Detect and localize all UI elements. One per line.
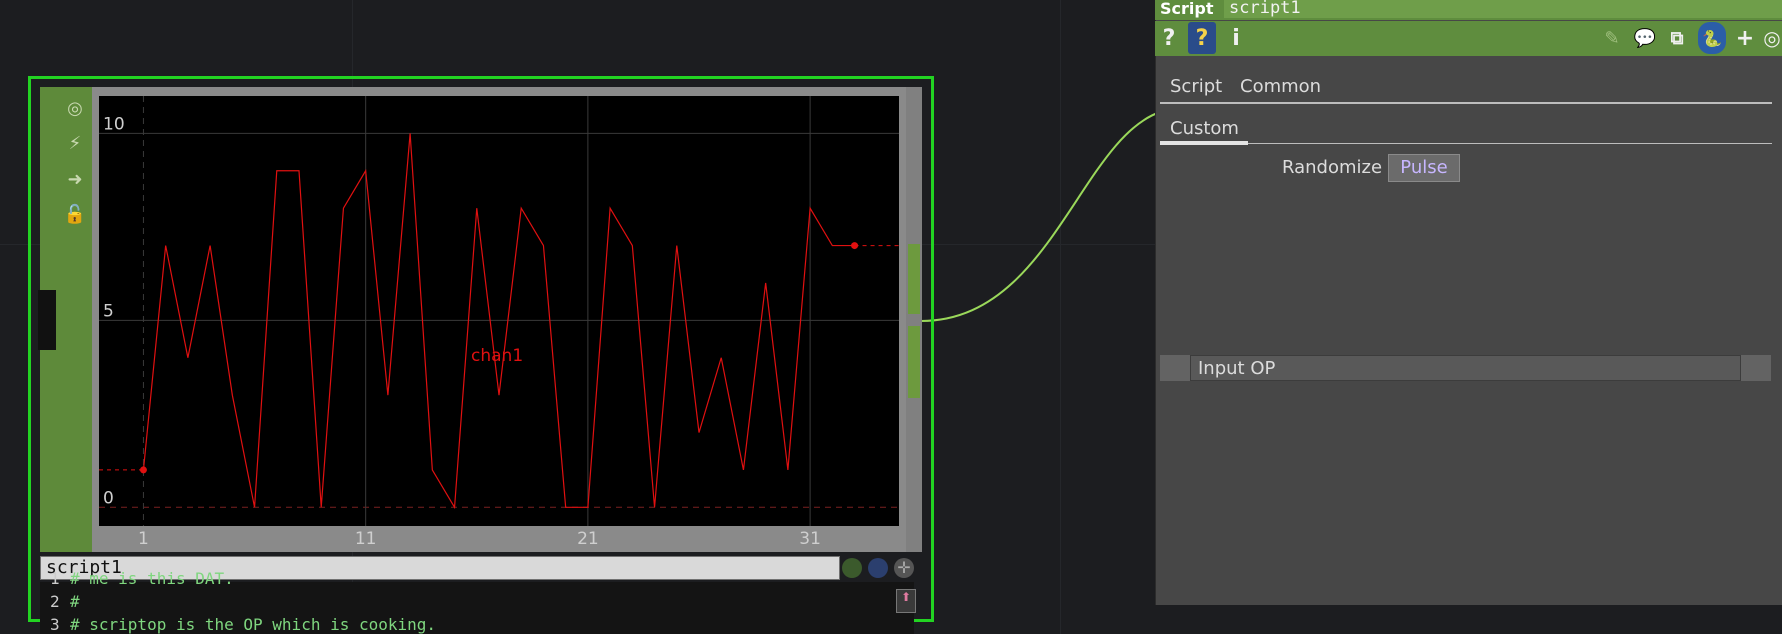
y-tick-label: 5 — [103, 301, 114, 321]
input-op-collapse[interactable] — [1160, 355, 1191, 381]
op-type-label: Script — [1160, 0, 1214, 18]
series-label: chan1 — [471, 346, 523, 366]
python-icon[interactable]: 🐍 — [1698, 22, 1726, 54]
target-icon[interactable]: ◎ — [1762, 22, 1782, 54]
comment-icon[interactable]: 💬 — [1632, 22, 1658, 54]
code-line: 1 # me is this DAT. — [50, 569, 234, 588]
arrow-right-icon[interactable]: ➜ — [58, 162, 92, 196]
output-connector-top[interactable] — [908, 244, 920, 314]
dat-viewer-dot[interactable] — [868, 558, 888, 578]
dat-pin-icon[interactable]: ✛ — [894, 558, 914, 578]
dat-status-dot[interactable] — [842, 558, 862, 578]
series-start-point — [139, 466, 147, 474]
bypass-icon[interactable]: ⚡ — [58, 126, 92, 160]
viewer-active-icon[interactable]: ◎ — [58, 91, 92, 125]
channel-chart: 05101 11 21 31chan1 — [99, 96, 899, 548]
code-line: 2 # — [50, 592, 80, 611]
series-end-point — [851, 242, 859, 250]
python-help-icon[interactable]: ? — [1188, 22, 1216, 54]
active-page-indicator — [1160, 141, 1248, 145]
x-tick-label: 1 — [138, 529, 149, 548]
tab-script[interactable]: Script — [1170, 76, 1222, 97]
page-custom[interactable]: Custom — [1170, 118, 1239, 139]
tab-common[interactable]: Common — [1240, 76, 1321, 97]
code-line: 3 # scriptop is the OP which is cooking. — [50, 615, 437, 634]
node-output-strip — [906, 87, 922, 552]
output-connector-bottom[interactable] — [908, 326, 920, 398]
tab-row-divider — [1160, 102, 1772, 104]
clone-icon[interactable]: ⧉ — [1664, 22, 1690, 54]
add-icon[interactable]: + — [1734, 22, 1756, 54]
input-op-label: Input OP — [1198, 358, 1276, 379]
pencil-icon[interactable]: ✎ — [1600, 22, 1624, 54]
y-tick-label: 0 — [103, 488, 114, 508]
dat-upload-icon[interactable]: ⬆ — [896, 589, 916, 613]
info-icon[interactable]: i — [1228, 22, 1244, 54]
y-tick-label: 10 — [103, 114, 125, 134]
x-tick-label: 21 — [577, 529, 599, 548]
chop-viewer[interactable]: 0 5 10 1 11 21 31 chan1 — [99, 96, 899, 548]
randomize-pulse-button[interactable]: Pulse — [1388, 154, 1460, 182]
lock-icon[interactable]: 🔓 — [58, 197, 92, 231]
help-icon[interactable]: ? — [1158, 22, 1180, 54]
input-op-expand[interactable] — [1740, 355, 1771, 381]
x-tick-label: 31 — [799, 529, 821, 548]
op-name-field[interactable]: script1 — [1224, 0, 1782, 18]
x-tick-label: 11 — [355, 529, 377, 548]
page-row-divider — [1160, 143, 1772, 144]
node-input-connector[interactable] — [38, 290, 56, 350]
randomize-label: Randomize — [1282, 157, 1383, 178]
